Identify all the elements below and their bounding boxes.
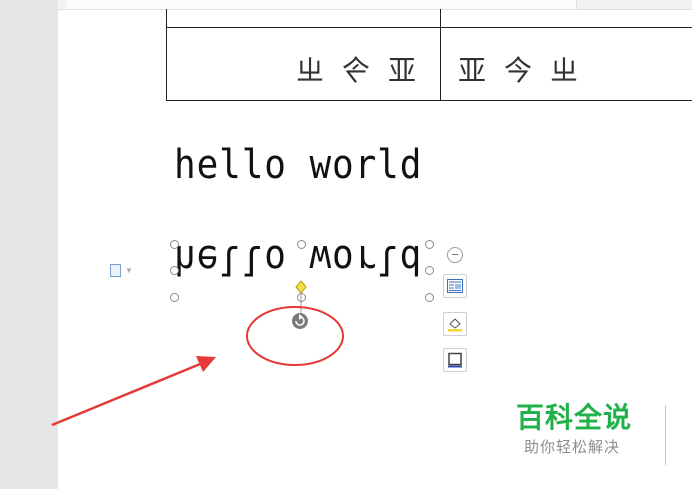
annotation-arrow: [51, 356, 216, 427]
watermark-subtitle: 助你轻松解决: [524, 438, 621, 456]
rotate-icon[interactable]: [292, 313, 308, 329]
text-wrap-icon: [447, 279, 463, 293]
shape-fill-button[interactable]: [443, 312, 467, 336]
shape-outline-button[interactable]: [443, 348, 467, 372]
watermark-title: 百科全说: [516, 401, 633, 434]
adjust-diamond-handle[interactable]: [295, 280, 307, 294]
layout-options-button[interactable]: [443, 274, 467, 298]
square-outline-icon: [448, 352, 462, 368]
paint-bucket-icon: [448, 318, 462, 332]
collapse-toolbar-icon[interactable]: [447, 247, 463, 263]
page-edge-line: [665, 405, 666, 465]
